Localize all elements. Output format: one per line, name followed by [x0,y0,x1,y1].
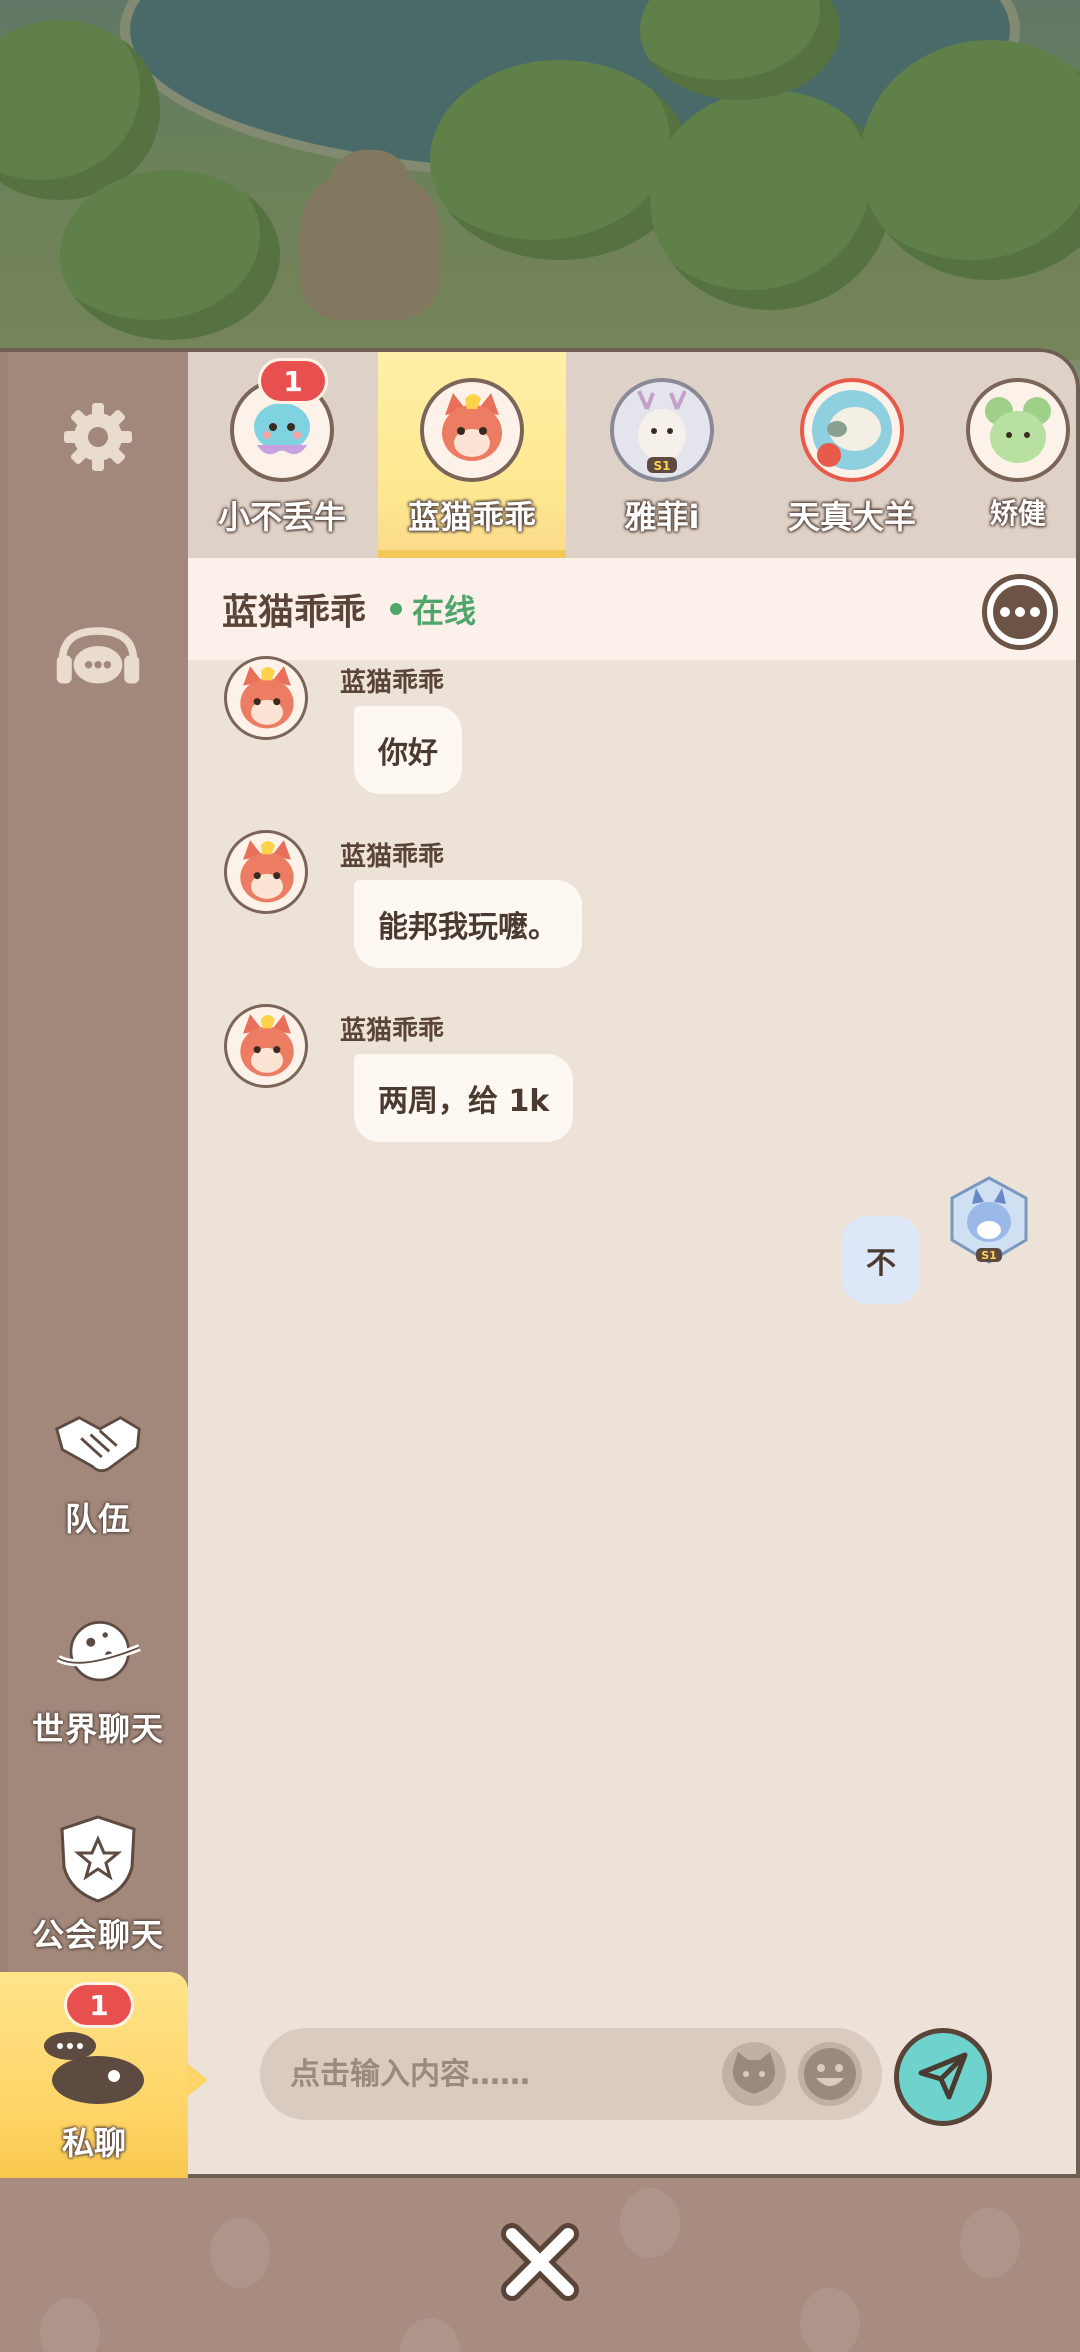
fox-avatar-icon [420,378,524,482]
close-icon [498,2220,582,2308]
settings-button[interactable] [8,392,188,482]
team-chat-tab[interactable]: 队伍 [8,1398,188,1540]
contact-name: 雅菲i [624,498,700,536]
team-chat-label: 队伍 [64,1500,131,1538]
message-bubble: 不 [842,1216,920,1304]
chat-header: 蓝猫乖乖 在线 [188,558,1080,660]
planet-icon [53,1608,143,1698]
chat-panel: 队伍 世界聊天 公会聊天 1 私聊 1 小不丢牛 蓝猫乖乖 S1 雅菲i 天真大… [0,348,1080,2178]
private-chat-tab[interactable]: 1 私聊 [0,1972,208,2178]
contact-name: 小不丢牛 [217,498,346,536]
world-chat-tab[interactable]: 世界聊天 [8,1608,188,1750]
more-options-button[interactable] [982,574,1058,650]
message-bubble: 两周，给 1k [354,1054,574,1142]
message-bubble: 你好 [354,706,462,794]
sender-name: 蓝猫乖乖 [340,668,445,698]
own-avatar-icon[interactable]: S1 [942,1174,1036,1268]
guild-chat-tab[interactable]: 公会聊天 [8,1814,188,1956]
world-chat-label: 世界聊天 [31,1710,164,1748]
unread-badge: 1 [258,358,328,404]
message-bubble: 能邦我玩嚒。 [354,880,582,968]
guild-chat-label: 公会聊天 [31,1916,164,1954]
private-chat-label: 私聊 [61,2124,126,2162]
contact-tab[interactable]: 1 小不丢牛 [188,348,376,558]
mouse-avatar-icon [966,378,1070,482]
sticker-icon[interactable] [722,2042,786,2106]
chat-headset-icon [53,616,143,706]
online-status-dot [390,603,403,615]
fox-avatar-icon[interactable] [224,1004,308,1088]
message-input-bar [260,2028,882,2120]
fox-avatar-icon[interactable] [224,656,308,740]
shield-icon [53,1814,143,1904]
chat-category-rail: 队伍 世界聊天 公会聊天 [0,348,188,2178]
handshake-icon [53,1398,143,1488]
bottom-bar [0,2178,1080,2352]
customer-service-button[interactable] [8,616,188,706]
close-button[interactable] [494,2218,586,2310]
svg-text:S1: S1 [654,459,671,473]
contact-tab[interactable]: 天真大羊 [758,348,946,558]
contact-name: 蓝猫乖乖 [407,498,536,536]
contact-tabs: 1 小不丢牛 蓝猫乖乖 S1 雅菲i 天真大羊 矫健 [188,348,1080,558]
emoji-icon[interactable] [798,2042,862,2106]
contact-name: 天真大羊 [787,498,916,536]
private-chat-badge: 1 [64,1982,134,2028]
paper-plane-icon [915,2047,971,2107]
contact-tab[interactable]: 矫健 [948,348,1080,558]
sender-name: 蓝猫乖乖 [340,842,445,872]
contact-name: 矫健 [989,497,1046,530]
gear-icon [53,392,143,482]
ellipsis-icon [993,585,1047,639]
deer-avatar-icon: S1 [610,378,714,482]
game-background [0,0,1080,360]
sheep-avatar-icon [800,378,904,482]
send-button[interactable] [894,2028,992,2126]
online-status-text: 在线 [412,592,477,630]
speech-bubbles-icon [40,2024,150,2108]
svg-text:S1: S1 [981,1249,997,1262]
contact-tab-selected[interactable]: 蓝猫乖乖 [378,348,566,558]
message-input[interactable] [290,2056,710,2092]
fox-avatar-icon[interactable] [224,830,308,914]
chat-partner-name: 蓝猫乖乖 [222,592,367,633]
sender-name: 蓝猫乖乖 [340,1016,445,1046]
contact-tab[interactable]: S1 雅菲i [568,348,756,558]
message-list: 蓝猫乖乖 你好 蓝猫乖乖 能邦我玩嚒。 蓝猫乖乖 两周，给 1k 不 S1 [188,656,1080,1960]
